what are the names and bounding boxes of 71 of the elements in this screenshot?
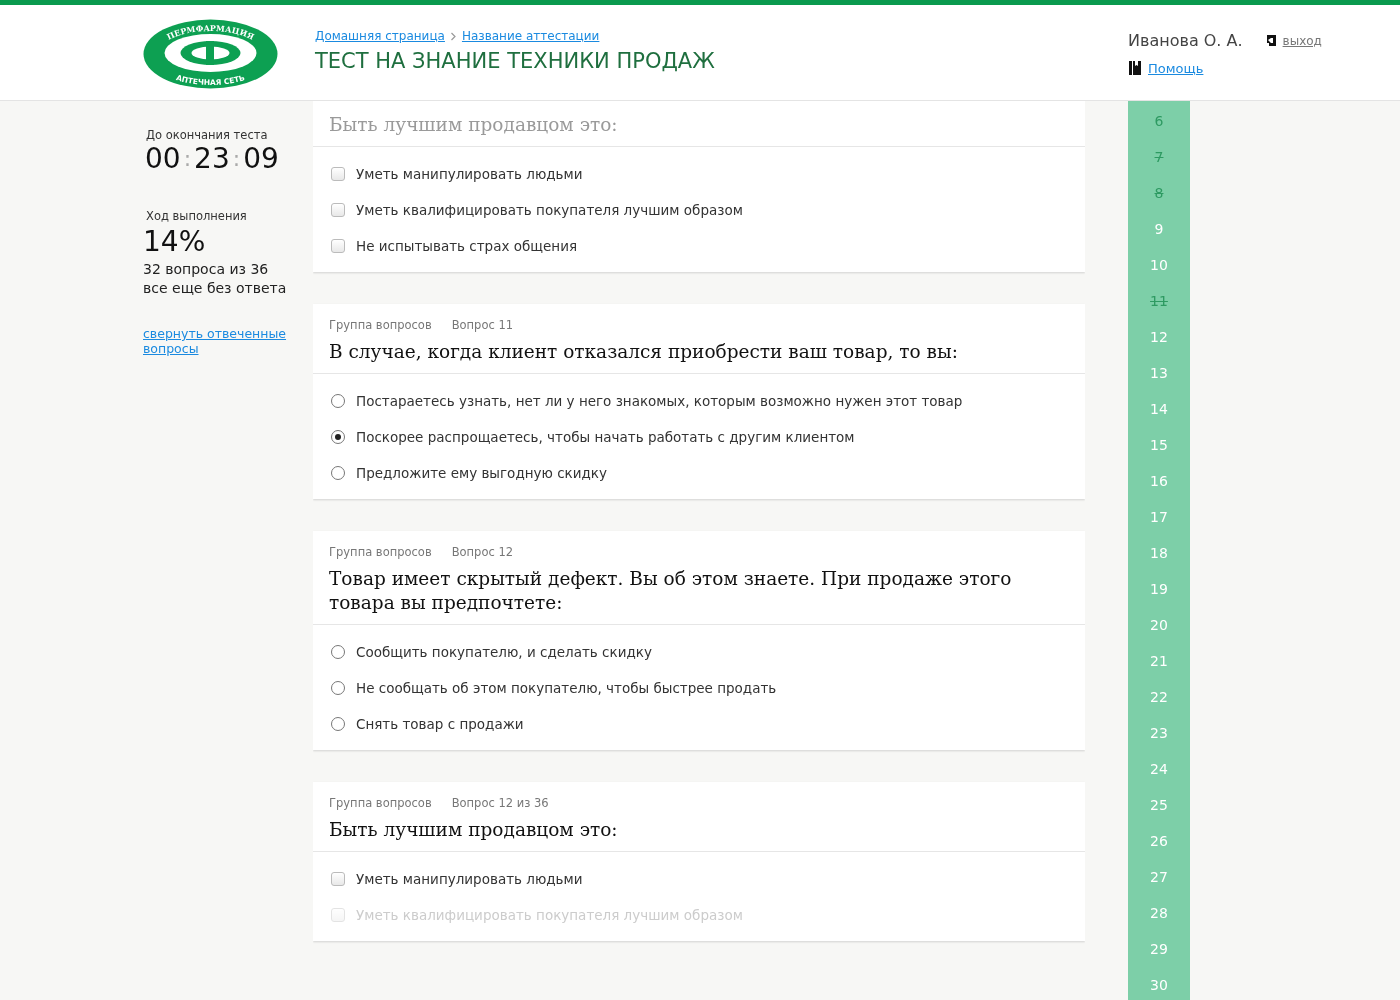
question-group: Группа вопросов [329,796,432,810]
answer-option[interactable]: Уметь манипулировать людьми [356,871,583,887]
question-number-link[interactable]: 25 [1150,797,1168,833]
question-number-link[interactable]: 17 [1150,509,1168,545]
question-number-link[interactable]: 13 [1150,365,1168,401]
question-number-link[interactable]: 15 [1150,437,1168,473]
logout-icon [1264,34,1277,47]
answer-option[interactable]: Постараетесь узнать, нет ли у него знакомых, которым возможно нужен этот товар [356,393,963,409]
radio-button[interactable] [331,466,345,480]
radio-button[interactable] [331,717,345,731]
question-number-link[interactable]: 7 [1154,149,1164,185]
question-number-link[interactable]: 11 [1150,293,1168,329]
question-number-link[interactable]: 16 [1150,473,1168,509]
question-number: Вопрос 12 [451,545,514,559]
question-number-link[interactable]: 27 [1150,869,1168,905]
question-number-link[interactable]: 21 [1150,653,1168,689]
question-number: Вопрос 11 [451,318,514,332]
answer-option[interactable]: Предложите ему выгодную скидку [356,465,607,481]
question-group: Группа вопросов [329,545,432,559]
countdown-timer: 00:23:09 [145,142,280,175]
question-number: Вопрос 12 из 36 [451,796,549,810]
question-title: В случае, когда клиент отказался приобрести ваш товар, то вы: [329,340,959,364]
question-number-link[interactable]: 20 [1150,617,1168,653]
question-group: Группа вопросов [329,318,432,332]
question-number-link[interactable]: 23 [1150,725,1168,761]
question-number-link[interactable]: 18 [1150,545,1168,581]
breadcrumb-link[interactable]: Домашняя страница [315,29,445,43]
answer-option[interactable]: Не сообщать об этом покупателю, чтобы быстрее продать [356,680,777,696]
question-number-link[interactable]: 10 [1150,257,1168,293]
progress-label: Ход выполнения [146,209,248,223]
question-number-link[interactable]: 24 [1150,761,1168,797]
question-number-link[interactable]: 30 [1150,977,1168,1000]
radio-button[interactable] [331,681,345,695]
question-number-link[interactable]: 14 [1150,401,1168,437]
remaining-note: все еще без ответа [143,279,288,298]
question-number-link[interactable]: 9 [1154,221,1164,257]
answer-option[interactable]: Снять товар с продажи [356,716,524,732]
answer-option[interactable]: Поскорее распрощаетесь, чтобы начать работать с другим клиентом [356,429,855,445]
progress-percent: 14% [143,225,207,258]
answer-option[interactable]: Уметь квалифицировать покупателя лучшим образом [356,202,743,218]
question-number-link[interactable]: 19 [1150,581,1168,617]
question-title: Товар имеет скрытый дефект. Вы об этом знаете. При продаже этого товара вы предпочтете: [329,567,1013,615]
checkbox[interactable] [331,167,345,181]
checkbox[interactable] [331,239,345,253]
question-number-link[interactable]: 29 [1150,941,1168,977]
help-link[interactable]: Помощь [1148,60,1204,76]
question-number-link[interactable]: 6 [1154,113,1164,149]
chevron-icon [449,31,457,41]
radio-button[interactable] [331,394,345,408]
checkbox[interactable] [331,872,345,886]
breadcrumb-link[interactable]: Название аттестации [461,29,600,43]
book-icon [1128,60,1142,76]
question-number-link[interactable]: 26 [1150,833,1168,869]
radio-button[interactable] [331,430,345,444]
radio-button[interactable] [331,645,345,659]
question-title: Быть лучшим продавцом это: [329,113,619,137]
question-number-link[interactable]: 28 [1150,905,1168,941]
timer-label: До окончания теста [146,128,269,142]
logout-link[interactable]: выход [1282,33,1322,48]
question-number-link[interactable]: 22 [1150,689,1168,725]
answer-option[interactable]: Не испытывать страх общения [356,238,578,254]
answer-option[interactable]: Сообщить покупателю, и сделать скидку [356,644,652,660]
checkbox[interactable] [331,203,345,217]
user-name: Иванова О. А. [1128,31,1243,50]
answer-option[interactable]: Уметь манипулировать людьми [356,166,583,182]
question-number-link[interactable]: 12 [1150,329,1168,365]
page-title: ТЕСТ НА ЗНАНИЕ ТЕХНИКИ ПРОДАЖ [315,49,716,73]
question-title: Быть лучшим продавцом это: [329,818,619,842]
question-number-link[interactable]: 8 [1154,185,1164,221]
collapse-answered-link[interactable]: свернуть отвеченные вопросы [143,326,308,356]
remaining-count: 32 вопроса из 36 [143,260,270,279]
